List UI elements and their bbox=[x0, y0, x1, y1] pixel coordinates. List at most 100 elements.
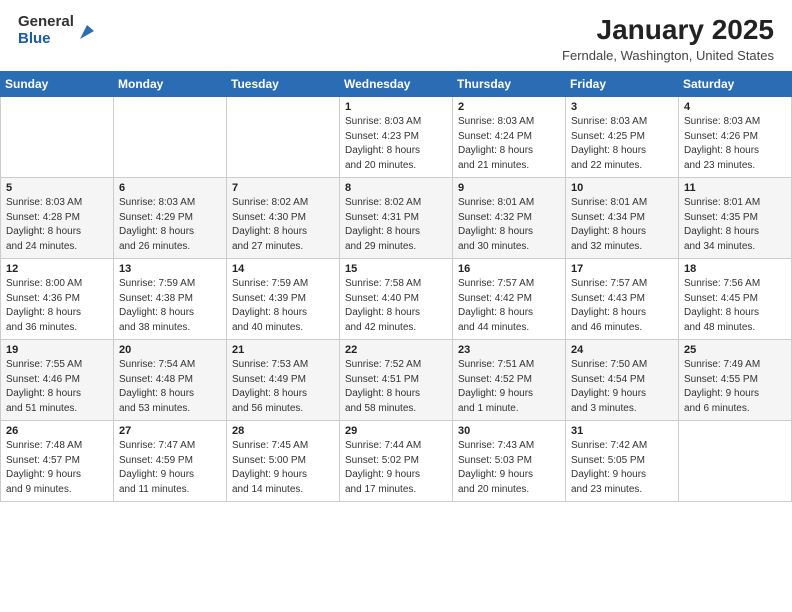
day-info: Sunrise: 8:01 AM Sunset: 4:32 PM Dayligh… bbox=[458, 196, 560, 254]
calendar-cell: 27Sunrise: 7:47 AM Sunset: 4:59 PM Dayli… bbox=[114, 421, 227, 502]
weekday-header-sunday: Sunday bbox=[1, 72, 114, 97]
logo: General Blue bbox=[18, 14, 98, 47]
calendar-cell: 26 Sunrise: 7:48 AM Sunset: 4:57 PM Dayli… bbox=[1, 421, 114, 502]
calendar-week-3: 12 Sunrise: 8:00 AM Sunset: 4:36 PM Dayli… bbox=[1, 259, 792, 340]
day-number: 26 bbox=[6, 425, 108, 437]
calendar-cell: 5 Sunrise: 8:03 AM Sunset: 4:28 PM Daylig… bbox=[1, 178, 114, 259]
day-number: 19 bbox=[6, 344, 108, 356]
weekday-header-monday: Monday bbox=[114, 72, 227, 97]
day-info: Sunrise: 8:02 AM Sunset: 4:30 PM Dayligh… bbox=[232, 196, 334, 254]
day-number: 31 bbox=[571, 425, 673, 437]
calendar-week-2: 5 Sunrise: 8:03 AM Sunset: 4:28 PM Daylig… bbox=[1, 178, 792, 259]
day-number: 5 bbox=[6, 182, 108, 194]
day-info: Sunrise: 7:53 AM Sunset: 4:49 PM Dayligh… bbox=[232, 358, 334, 416]
day-number: 16 bbox=[458, 263, 560, 275]
day-info: Sunrise: 8:03 AM Sunset: 4:28 PM Dayligh… bbox=[6, 196, 108, 254]
calendar-cell: 25 Sunrise: 7:49 AM Sunset: 4:55 PM Dayli… bbox=[679, 340, 792, 421]
day-number: 8 bbox=[345, 182, 447, 194]
day-info: Sunrise: 7:55 AM Sunset: 4:46 PM Dayligh… bbox=[6, 358, 108, 416]
title-block: January 2025 Ferndale, Washington, Unite… bbox=[562, 14, 774, 63]
calendar-cell: 19 Sunrise: 7:55 AM Sunset: 4:46 PM Dayli… bbox=[1, 340, 114, 421]
day-info: Sunrise: 7:57 AM Sunset: 4:42 PM Dayligh… bbox=[458, 277, 560, 335]
calendar-cell: 23Sunrise: 7:51 AM Sunset: 4:52 PM Dayli… bbox=[453, 340, 566, 421]
day-number: 4 bbox=[684, 101, 786, 113]
day-number: 10 bbox=[571, 182, 673, 194]
calendar-cell: 29Sunrise: 7:44 AM Sunset: 5:02 PM Dayli… bbox=[340, 421, 453, 502]
calendar-cell: 11 Sunrise: 8:01 AM Sunset: 4:35 PM Dayli… bbox=[679, 178, 792, 259]
calendar-cell: 31 Sunrise: 7:42 AM Sunset: 5:05 PM Dayli… bbox=[566, 421, 679, 502]
day-number: 29 bbox=[345, 425, 447, 437]
calendar-cell bbox=[114, 97, 227, 178]
day-number: 22 bbox=[345, 344, 447, 356]
day-number: 28 bbox=[232, 425, 334, 437]
weekday-header-wednesday: Wednesday bbox=[340, 72, 453, 97]
day-info: Sunrise: 7:59 AM Sunset: 4:38 PM Dayligh… bbox=[119, 277, 221, 335]
day-number: 24 bbox=[571, 344, 673, 356]
day-number: 25 bbox=[684, 344, 786, 356]
logo-blue: Blue bbox=[18, 31, 74, 48]
day-info: Sunrise: 7:54 AM Sunset: 4:48 PM Dayligh… bbox=[119, 358, 221, 416]
day-info: Sunrise: 7:43 AM Sunset: 5:03 PM Dayligh… bbox=[458, 439, 560, 497]
calendar-cell: 24 Sunrise: 7:50 AM Sunset: 4:54 PM Dayli… bbox=[566, 340, 679, 421]
day-info: Sunrise: 8:03 AM Sunset: 4:26 PM Dayligh… bbox=[684, 115, 786, 173]
calendar-cell bbox=[227, 97, 340, 178]
calendar-cell: 16 Sunrise: 7:57 AM Sunset: 4:42 PM Dayli… bbox=[453, 259, 566, 340]
day-info: Sunrise: 7:58 AM Sunset: 4:40 PM Dayligh… bbox=[345, 277, 447, 335]
calendar-cell: 2Sunrise: 8:03 AM Sunset: 4:24 PM Daylig… bbox=[453, 97, 566, 178]
day-number: 15 bbox=[345, 263, 447, 275]
calendar-cell: 8 Sunrise: 8:02 AM Sunset: 4:31 PM Daylig… bbox=[340, 178, 453, 259]
month-title: January 2025 bbox=[562, 14, 774, 46]
day-info: Sunrise: 7:52 AM Sunset: 4:51 PM Dayligh… bbox=[345, 358, 447, 416]
day-number: 11 bbox=[684, 182, 786, 194]
day-info: Sunrise: 8:01 AM Sunset: 4:34 PM Dayligh… bbox=[571, 196, 673, 254]
day-number: 21 bbox=[232, 344, 334, 356]
calendar-cell bbox=[1, 97, 114, 178]
day-number: 23 bbox=[458, 344, 560, 356]
day-info: Sunrise: 7:50 AM Sunset: 4:54 PM Dayligh… bbox=[571, 358, 673, 416]
day-info: Sunrise: 7:59 AM Sunset: 4:39 PM Dayligh… bbox=[232, 277, 334, 335]
day-number: 7 bbox=[232, 182, 334, 194]
day-number: 20 bbox=[119, 344, 221, 356]
day-info: Sunrise: 7:56 AM Sunset: 4:45 PM Dayligh… bbox=[684, 277, 786, 335]
logo-text: General Blue bbox=[18, 14, 74, 47]
calendar-cell: 18 Sunrise: 7:56 AM Sunset: 4:45 PM Dayli… bbox=[679, 259, 792, 340]
day-info: Sunrise: 7:42 AM Sunset: 5:05 PM Dayligh… bbox=[571, 439, 673, 497]
day-info: Sunrise: 8:01 AM Sunset: 4:35 PM Dayligh… bbox=[684, 196, 786, 254]
day-info: Sunrise: 7:48 AM Sunset: 4:57 PM Dayligh… bbox=[6, 439, 108, 497]
day-number: 2 bbox=[458, 101, 560, 113]
calendar-cell: 21 Sunrise: 7:53 AM Sunset: 4:49 PM Dayli… bbox=[227, 340, 340, 421]
logo-icon bbox=[76, 21, 98, 43]
calendar-cell: 17Sunrise: 7:57 AM Sunset: 4:43 PM Dayli… bbox=[566, 259, 679, 340]
day-number: 18 bbox=[684, 263, 786, 275]
day-info: Sunrise: 8:03 AM Sunset: 4:23 PM Dayligh… bbox=[345, 115, 447, 173]
header: General Blue January 2025 Ferndale, Wash… bbox=[0, 0, 792, 71]
day-number: 9 bbox=[458, 182, 560, 194]
calendar-week-5: 26 Sunrise: 7:48 AM Sunset: 4:57 PM Dayli… bbox=[1, 421, 792, 502]
day-info: Sunrise: 8:00 AM Sunset: 4:36 PM Dayligh… bbox=[6, 277, 108, 335]
weekday-header-friday: Friday bbox=[566, 72, 679, 97]
day-number: 1 bbox=[345, 101, 447, 113]
weekday-header-thursday: Thursday bbox=[453, 72, 566, 97]
day-number: 12 bbox=[6, 263, 108, 275]
calendar-cell: 14Sunrise: 7:59 AM Sunset: 4:39 PM Dayli… bbox=[227, 259, 340, 340]
day-info: Sunrise: 7:45 AM Sunset: 5:00 PM Dayligh… bbox=[232, 439, 334, 497]
calendar-cell: 7 Sunrise: 8:02 AM Sunset: 4:30 PM Daylig… bbox=[227, 178, 340, 259]
day-number: 6 bbox=[119, 182, 221, 194]
calendar-cell: 13 Sunrise: 7:59 AM Sunset: 4:38 PM Dayli… bbox=[114, 259, 227, 340]
calendar-cell: 1 Sunrise: 8:03 AM Sunset: 4:23 PM Daylig… bbox=[340, 97, 453, 178]
calendar-cell: 22 Sunrise: 7:52 AM Sunset: 4:51 PM Dayli… bbox=[340, 340, 453, 421]
weekday-header-saturday: Saturday bbox=[679, 72, 792, 97]
calendar-cell: 20 Sunrise: 7:54 AM Sunset: 4:48 PM Dayli… bbox=[114, 340, 227, 421]
day-number: 3 bbox=[571, 101, 673, 113]
weekday-header-row: SundayMondayTuesdayWednesdayThursdayFrid… bbox=[1, 72, 792, 97]
location: Ferndale, Washington, United States bbox=[562, 48, 774, 63]
day-info: Sunrise: 8:02 AM Sunset: 4:31 PM Dayligh… bbox=[345, 196, 447, 254]
day-number: 27 bbox=[119, 425, 221, 437]
calendar-cell: 6Sunrise: 8:03 AM Sunset: 4:29 PM Daylig… bbox=[114, 178, 227, 259]
weekday-header-tuesday: Tuesday bbox=[227, 72, 340, 97]
calendar-cell: 28 Sunrise: 7:45 AM Sunset: 5:00 PM Dayli… bbox=[227, 421, 340, 502]
calendar-cell: 12 Sunrise: 8:00 AM Sunset: 4:36 PM Dayli… bbox=[1, 259, 114, 340]
page: General Blue January 2025 Ferndale, Wash… bbox=[0, 0, 792, 612]
day-number: 13 bbox=[119, 263, 221, 275]
day-info: Sunrise: 7:49 AM Sunset: 4:55 PM Dayligh… bbox=[684, 358, 786, 416]
